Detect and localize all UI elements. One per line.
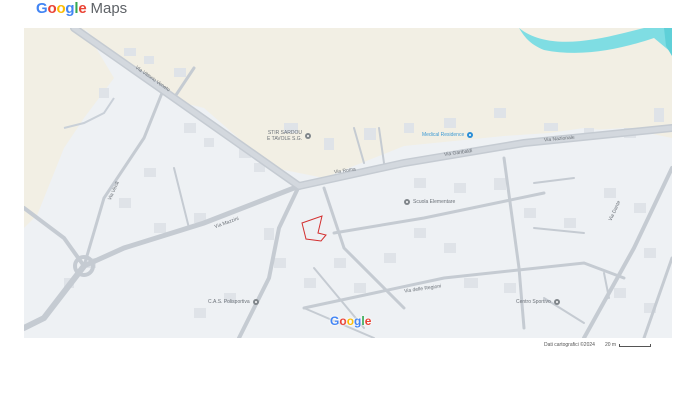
place-pin-icon (553, 299, 560, 305)
place-pin-icon (252, 299, 259, 305)
poi-school[interactable]: Scuola Elementare (404, 199, 455, 205)
poi-health[interactable]: Medical Residence (422, 132, 474, 138)
maps-product-name: Maps (90, 0, 128, 17)
google-watermark: Google (330, 314, 372, 328)
poi-ifs-label: C.A.S. Polisportiva (208, 299, 250, 305)
map-base-layer (24, 28, 672, 338)
place-pin-icon (305, 133, 312, 139)
scale-label: 20 m (604, 342, 617, 348)
poi-health-label: Medical Residence (422, 132, 465, 138)
google-logo: Google (36, 0, 87, 17)
scale-indicator[interactable]: 20 m (604, 342, 652, 348)
poi-stir-label-line2: E TAVOLE S.G. (267, 136, 303, 142)
poi-stir[interactable]: STIR SARDOU E TAVOLE S.G. (267, 130, 312, 142)
poi-school-label: Scuola Elementare (413, 199, 456, 205)
poi-east[interactable]: Centro Sportivo (516, 299, 560, 305)
map-attribution[interactable]: Dati cartografici ©2024 (544, 342, 595, 348)
health-pin-icon (467, 132, 474, 138)
poi-east-label: Centro Sportivo (516, 299, 551, 305)
map-footer: Dati cartografici ©2024 20 m (544, 342, 652, 348)
poi-stir-label: STIR SARDOU E TAVOLE S.G. (267, 130, 302, 142)
scale-bar (619, 343, 652, 347)
map-canvas[interactable]: STIR SARDOU E TAVOLE S.G. Medical Reside… (24, 28, 672, 338)
place-pin-icon (404, 199, 410, 205)
poi-ifs[interactable]: C.A.S. Polisportiva (208, 299, 259, 305)
maps-header: Google Maps (36, 0, 128, 17)
